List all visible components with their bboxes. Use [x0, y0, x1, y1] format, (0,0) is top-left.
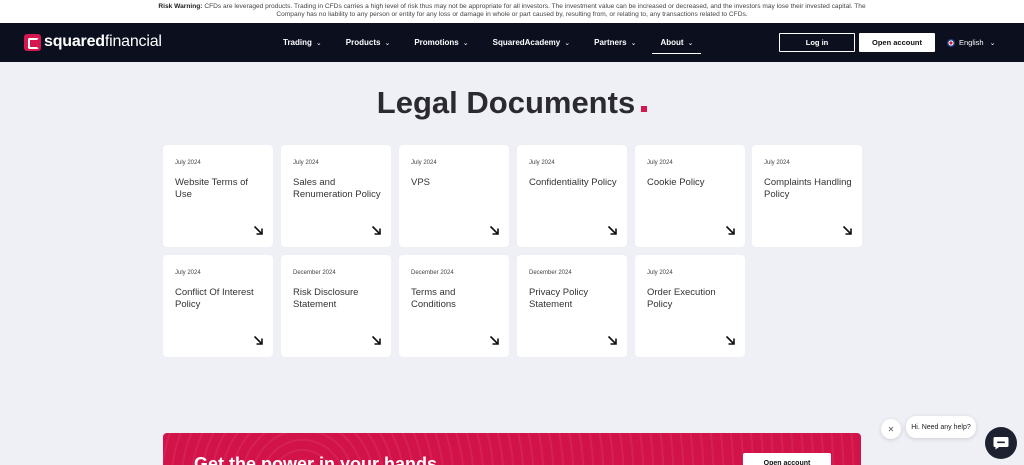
chat-greeting-bubble[interactable]: Hi. Need any help?	[906, 416, 976, 438]
document-date: December 2024	[529, 270, 572, 276]
document-name: Terms and Conditions	[411, 287, 456, 310]
uk-flag-icon	[947, 38, 955, 47]
chevron-down-icon: ⌄	[384, 39, 391, 47]
document-card[interactable]: July 2024 Sales and Renumeration Policy	[281, 145, 391, 247]
chevron-down-icon: ⌄	[630, 39, 637, 47]
banner-open-account-button[interactable]: Open account	[743, 453, 831, 465]
login-button[interactable]: Log in	[779, 33, 855, 52]
document-date: July 2024	[764, 160, 790, 166]
main-menu: Trading ⌄ Products ⌄ Promotions ⌄ SquaredAc…	[283, 23, 717, 62]
document-date: December 2024	[411, 270, 454, 276]
document-card[interactable]: December 2024 Privacy Policy Statement	[517, 255, 627, 357]
close-icon: ✕	[887, 424, 895, 434]
arrow-down-right-icon	[607, 225, 617, 235]
language-selector[interactable]: English ⌄	[947, 33, 995, 52]
arrow-down-right-icon	[371, 225, 381, 235]
chevron-down-icon: ⌄	[462, 39, 469, 47]
chevron-down-icon: ⌄	[687, 39, 694, 47]
document-name: Order Execution Policy	[647, 287, 716, 310]
document-date: July 2024	[175, 160, 201, 166]
top-navigation: squaredfinancial Trading ⌄ Products ⌄ Prom…	[0, 23, 1024, 62]
cta-banner: Get the power in your hands Open account	[163, 433, 861, 465]
document-name: VPS	[411, 177, 431, 188]
menu-item-trading[interactable]: Trading ⌄	[283, 23, 322, 62]
menu-item-promotions[interactable]: Promotions ⌄	[414, 23, 468, 62]
arrow-down-right-icon	[607, 335, 617, 345]
document-card[interactable]: July 2024 Conflict Of Interest Policy	[163, 255, 273, 357]
arrow-down-right-icon	[489, 335, 499, 345]
document-date: July 2024	[529, 160, 555, 166]
banner-heading: Get the power in your hands	[194, 454, 438, 465]
document-name: Sales and Renumeration Policy	[293, 177, 381, 200]
chat-launcher-button[interactable]	[985, 427, 1017, 459]
language-label: English	[959, 38, 984, 47]
document-name: Privacy Policy Statement	[529, 287, 589, 310]
document-card[interactable]: July 2024 Confidentiality Policy	[517, 145, 627, 247]
document-date: July 2024	[647, 160, 673, 166]
document-date: December 2024	[293, 270, 336, 276]
logo[interactable]: squaredfinancial	[24, 33, 162, 51]
chevron-down-icon: ⌄	[315, 39, 322, 47]
chat-close-button[interactable]: ✕	[881, 419, 901, 439]
document-name: Complaints Handling Policy	[764, 177, 852, 200]
arrow-down-right-icon	[725, 335, 735, 345]
arrow-down-right-icon	[725, 225, 735, 235]
risk-warning-label: Risk Warning:	[158, 3, 203, 10]
document-date: July 2024	[293, 160, 319, 166]
title-accent-dot	[641, 106, 648, 112]
document-name: Conflict Of Interest Policy	[175, 287, 254, 310]
document-card[interactable]: July 2024 Complaints Handling Policy	[752, 145, 862, 247]
arrow-down-right-icon	[253, 225, 263, 235]
risk-warning-text: CFDs are leveraged products. Trading in …	[204, 3, 866, 18]
arrow-down-right-icon	[253, 335, 263, 345]
document-name: Risk Disclosure Statement	[293, 287, 359, 310]
document-name: Cookie Policy	[647, 177, 705, 188]
document-name: Website Terms of Use	[175, 177, 249, 200]
menu-item-about[interactable]: About ⌄	[652, 23, 702, 62]
risk-warning-bar: Risk Warning: CFDs are leveraged product…	[0, 0, 1024, 23]
chevron-down-icon: ⌄	[564, 39, 571, 47]
document-card[interactable]: July 2024 Order Execution Policy	[635, 255, 745, 357]
document-date: July 2024	[175, 270, 201, 276]
arrow-down-right-icon	[489, 225, 499, 235]
document-card[interactable]: July 2024 Cookie Policy	[635, 145, 745, 247]
chat-icon	[993, 437, 1009, 450]
document-card[interactable]: July 2024 VPS	[399, 145, 509, 247]
menu-item-products[interactable]: Products ⌄	[346, 23, 391, 62]
document-card[interactable]: December 2024 Terms and Conditions	[399, 255, 509, 357]
logo-text: squaredfinancial	[44, 33, 162, 50]
document-date: July 2024	[647, 270, 673, 276]
arrow-down-right-icon	[842, 225, 852, 235]
logo-mark-icon	[24, 33, 41, 51]
document-card[interactable]: July 2024 Website Terms of Use	[163, 145, 273, 247]
chevron-down-icon: ⌄	[989, 39, 996, 47]
open-account-button[interactable]: Open account	[859, 33, 935, 52]
menu-item-squaredacademy[interactable]: SquaredAcademy ⌄	[493, 23, 570, 62]
menu-item-partners[interactable]: Partners ⌄	[594, 23, 636, 62]
document-card[interactable]: December 2024 Risk Disclosure Statement	[281, 255, 391, 357]
arrow-down-right-icon	[371, 335, 381, 345]
document-date: July 2024	[411, 160, 437, 166]
page-title: Legal Documents	[0, 85, 1024, 121]
document-name: Confidentiality Policy	[529, 177, 617, 188]
